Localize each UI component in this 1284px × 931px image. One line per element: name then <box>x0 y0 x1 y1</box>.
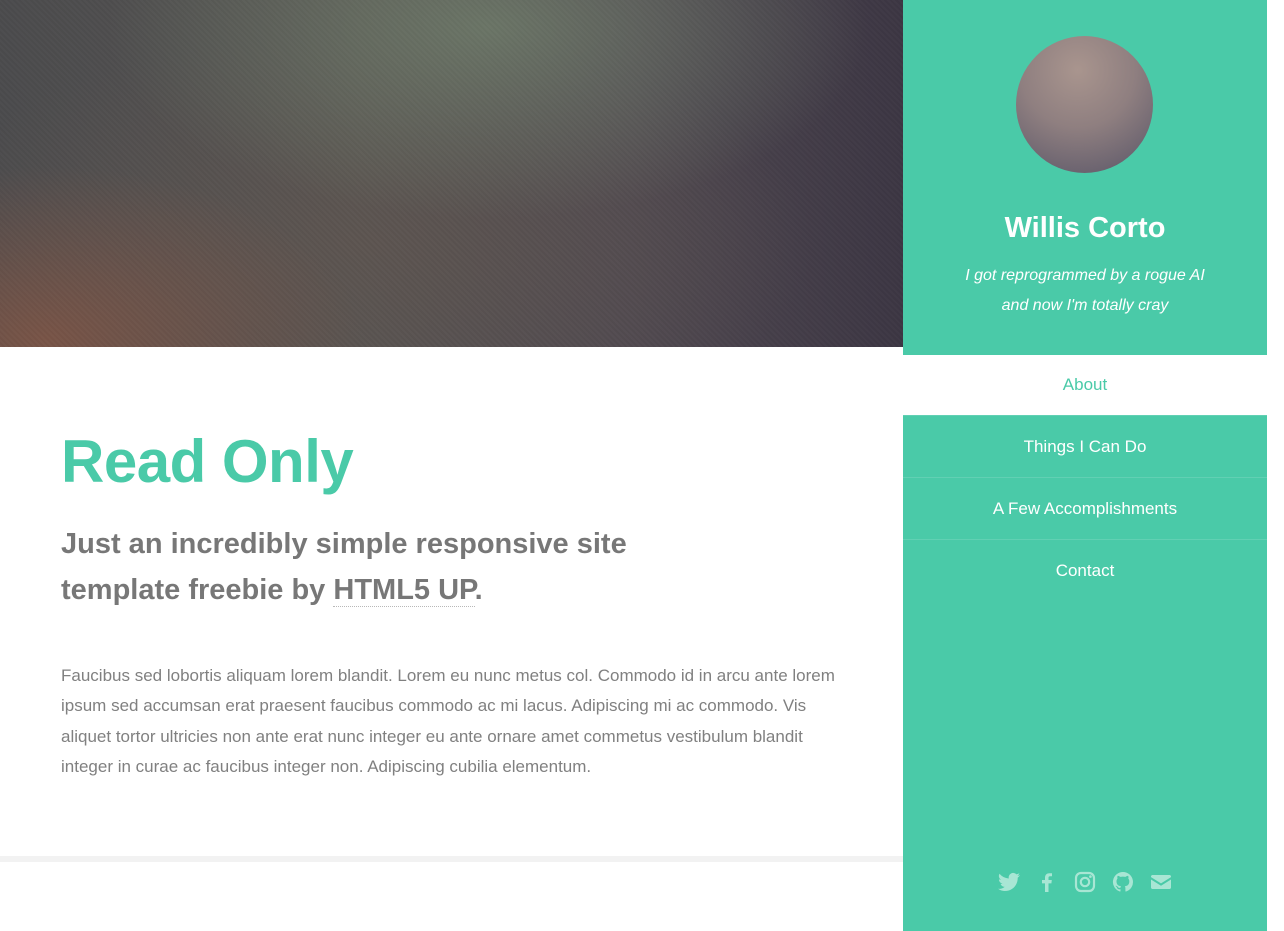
page-title: Read Only <box>61 428 354 495</box>
nav-item-things-i-can-do[interactable]: Things I Can Do <box>903 415 1267 477</box>
intro-section: Read Only Just an incredibly simple resp… <box>61 425 851 782</box>
nav-item-contact[interactable]: Contact <box>903 539 1267 601</box>
profile-name: Willis Corto <box>1004 212 1166 244</box>
nav-item-accomplishments[interactable]: A Few Accomplishments <box>903 477 1267 539</box>
twitter-icon[interactable] <box>997 870 1021 894</box>
intro-paragraph: Faucibus sed lobortis aliquam lorem blan… <box>61 666 835 776</box>
avatar <box>1016 36 1153 173</box>
nav-item-about[interactable]: About <box>903 355 1267 415</box>
html5up-link[interactable]: HTML5 UP <box>333 574 475 607</box>
social-links <box>903 870 1267 894</box>
profile-tagline: I got reprogrammed by a rogue AI and now… <box>965 267 1205 314</box>
facebook-icon[interactable] <box>1035 870 1059 894</box>
email-icon[interactable] <box>1149 870 1173 894</box>
instagram-icon[interactable] <box>1073 870 1097 894</box>
page-subtitle: Just an incredibly simple responsive sit… <box>61 521 641 613</box>
page: Read Only Just an incredibly simple resp… <box>0 0 1284 931</box>
sidebar: Willis Corto I got reprogrammed by a rog… <box>903 0 1267 931</box>
main-content: Read Only Just an incredibly simple resp… <box>0 0 903 931</box>
banner-image <box>0 0 903 347</box>
github-icon[interactable] <box>1111 870 1135 894</box>
scrollbar-gutter <box>1267 0 1284 931</box>
banner-texture <box>0 0 903 347</box>
section-divider <box>0 856 903 862</box>
subtitle-suffix: . <box>474 574 483 606</box>
sidebar-nav: About Things I Can Do A Few Accomplishme… <box>903 355 1267 601</box>
